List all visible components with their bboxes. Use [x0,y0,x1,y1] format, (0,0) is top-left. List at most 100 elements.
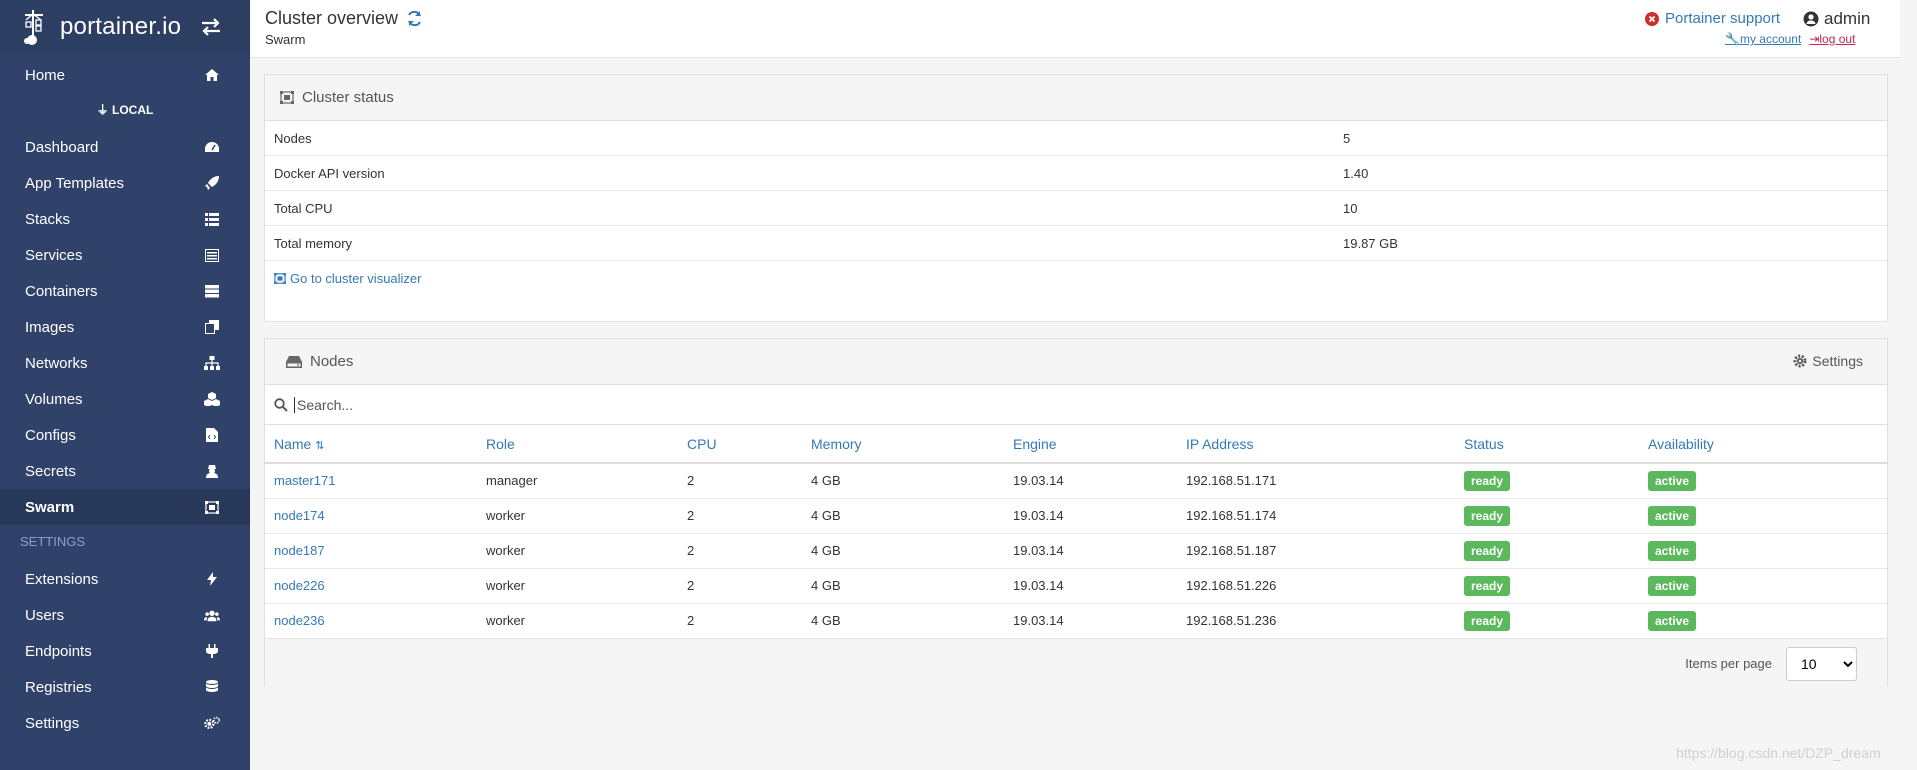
sign-out-icon: ⇥ [1809,32,1820,46]
status-badge: ready [1464,575,1511,596]
sidebar-toggle-icon[interactable] [200,17,222,37]
column-header-ip-address[interactable]: IP Address [1177,425,1455,464]
user-menu: admin [1803,9,1870,29]
node-availability-cell: active [1639,603,1887,639]
brand[interactable]: portainer.io [0,0,250,54]
sidebar-item-endpoints[interactable]: Endpoints [0,633,250,669]
items-per-page-label: Items per page [1685,656,1772,671]
sidebar-item-containers[interactable]: Containers [0,273,250,309]
nodes-panel: Nodes Settings Name ⇅ Role CPU Memory En… [264,338,1888,689]
table-row: node236 worker 2 4 GB 19.03.14 192.168.5… [265,603,1887,639]
items-per-page-select[interactable]: 10 [1786,646,1857,681]
sidebar-item-images[interactable]: Images [0,309,250,345]
status-value: 19.87 GB [1343,235,1398,251]
user-circle-icon [1803,11,1819,27]
portainer-logo: portainer.io [22,8,181,46]
status-row-nodes: Nodes 5 [265,121,1887,156]
column-header-cpu[interactable]: CPU [678,425,802,464]
sidebar-item-users[interactable]: Users [0,597,250,633]
status-badge: ready [1464,610,1511,631]
node-status-cell: ready [1455,568,1639,604]
node-engine: 19.03.14 [1004,568,1177,604]
portainer-support-link[interactable]: Portainer support [1645,10,1780,27]
status-key: Total CPU [274,200,333,216]
object-group-icon [204,499,220,515]
cogs-icon [204,715,220,731]
tachometer-icon [204,139,220,155]
settings-section-heading: SETTINGS [20,534,86,549]
sidebar-item-networks[interactable]: Networks [0,345,250,381]
database-icon [204,679,220,695]
availability-badge: active [1648,540,1697,561]
availability-badge: active [1648,505,1697,526]
support-label: Portainer support [1665,10,1781,27]
node-cpu: 2 [678,463,802,499]
user-secret-icon [204,463,220,479]
table-row: node226 worker 2 4 GB 19.03.14 192.168.5… [265,568,1887,604]
log-out-link[interactable]: ⇥log out [1809,32,1855,46]
search-input[interactable] [294,396,894,413]
node-memory: 4 GB [802,533,1004,569]
table-settings-button[interactable]: Settings [1793,353,1863,369]
node-memory: 4 GB [802,603,1004,639]
status-value: 1.40 [1343,165,1369,181]
times-circle-icon [1645,11,1659,26]
cluster-status-header: Cluster status [265,75,1887,121]
node-cpu: 2 [678,533,802,569]
column-header-availability[interactable]: Availability [1639,425,1887,464]
status-badge: ready [1464,470,1511,491]
sort-icon: ⇅ [315,439,325,452]
node-availability-cell: active [1639,463,1887,499]
refresh-icon[interactable] [406,10,423,27]
settings-label: Settings [1812,353,1863,369]
nodes-table: Name ⇅ Role CPU Memory Engine IP Address… [265,425,1887,639]
sidebar-item-home[interactable]: Home [0,57,250,93]
node-name-link[interactable]: node187 [265,533,477,569]
page-title-wrapper: Cluster overview [265,8,423,29]
node-name-link[interactable]: node236 [265,603,477,639]
log-out-label: log out [1819,32,1856,46]
node-name-link[interactable]: node226 [265,568,477,604]
sidebar-item-swarm[interactable]: Swarm [0,489,250,525]
column-header-memory[interactable]: Memory [802,425,1004,464]
node-ip: 192.168.51.187 [1177,533,1455,569]
column-label: Name [274,435,312,452]
plug-icon: ⏚ [96,103,109,117]
node-name-link[interactable]: master171 [265,463,477,499]
sidebar-item-secrets[interactable]: Secrets [0,453,250,489]
column-header-status[interactable]: Status [1455,425,1639,464]
sidebar-item-settings[interactable]: Settings [0,705,250,741]
status-value: 5 [1343,130,1351,146]
sidebar-item-services[interactable]: Services [0,237,250,273]
object-group-icon [280,91,294,104]
my-account-link[interactable]: 🔧my account [1725,32,1801,46]
crane-icon [24,10,43,45]
table-row: node187 worker 2 4 GB 19.03.14 192.168.5… [265,533,1887,569]
table-row: master171 manager 2 4 GB 19.03.14 192.16… [265,463,1887,499]
sidebar-item-extensions[interactable]: Extensions [0,561,250,597]
node-cpu: 2 [678,603,802,639]
column-header-name[interactable]: Name ⇅ [265,425,477,464]
node-memory: 4 GB [802,463,1004,499]
status-value: 10 [1343,200,1358,216]
status-row-docker-api: Docker API version 1.40 [265,156,1887,191]
sidebar-item-dashboard[interactable]: Dashboard [0,129,250,165]
sidebar-item-app-templates[interactable]: App Templates [0,165,250,201]
node-memory: 4 GB [802,498,1004,534]
cog-icon [1793,354,1807,368]
cluster-visualizer-link[interactable]: Go to cluster visualizer [265,261,1887,295]
username: admin [1824,9,1871,28]
node-name-link[interactable]: node174 [265,498,477,534]
sidebar-item-configs[interactable]: Configs [0,417,250,453]
node-status-cell: ready [1455,463,1639,499]
rocket-icon [204,175,220,191]
cluster-status-panel: Cluster status Nodes 5 Docker API versio… [264,74,1888,322]
sidebar-item-stacks[interactable]: Stacks [0,201,250,237]
watermark: https://blog.csdn.net/DZP_dream [1676,745,1881,761]
node-status-cell: ready [1455,533,1639,569]
column-header-engine[interactable]: Engine [1004,425,1177,464]
column-header-role[interactable]: Role [477,425,678,464]
list-alt-icon [204,247,220,263]
sidebar-item-registries[interactable]: Registries [0,669,250,705]
sidebar-item-volumes[interactable]: Volumes [0,381,250,417]
